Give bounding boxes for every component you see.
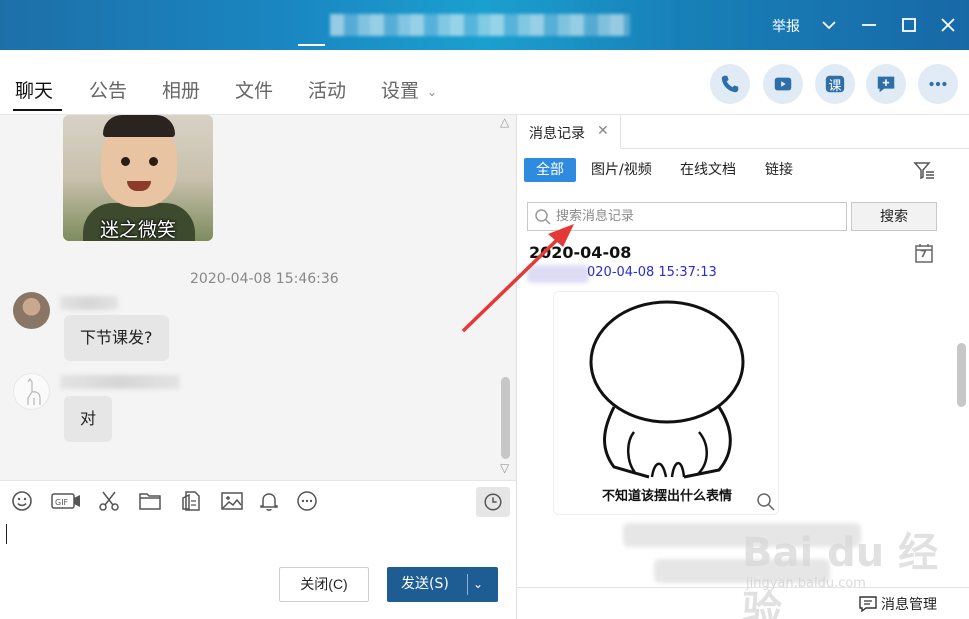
tab-files[interactable]: 文件 bbox=[235, 76, 273, 103]
chevron-up-icon[interactable]: △ bbox=[500, 115, 509, 129]
record-date: 2020-04-08 bbox=[529, 243, 632, 262]
close-icon[interactable] bbox=[937, 14, 959, 36]
blurred-sender-name bbox=[60, 296, 118, 310]
cartoon-figure-icon bbox=[589, 300, 775, 511]
sticker-hair bbox=[103, 115, 175, 137]
send-button[interactable]: 发送(S) ⌄ bbox=[387, 567, 498, 602]
message-timestamp: 2020-04-08 15:46:36 bbox=[190, 271, 339, 287]
video-camera-icon bbox=[774, 77, 792, 91]
filter-icon[interactable] bbox=[913, 160, 935, 182]
watermark-brand: Bai du 经验 bbox=[742, 530, 939, 619]
text-caret bbox=[6, 524, 7, 544]
tab-activity[interactable]: 活动 bbox=[308, 76, 346, 103]
close-icon[interactable]: ✕ bbox=[597, 123, 609, 139]
record-sticker-image[interactable]: 不知道该摆出什么表情 bbox=[553, 291, 779, 515]
tab-chat[interactable]: 聊天 bbox=[15, 76, 53, 103]
send-button-label: 发送(S) bbox=[401, 576, 449, 592]
message-bubble[interactable]: 下节课发? bbox=[64, 315, 169, 361]
blurred-group-title bbox=[330, 14, 630, 36]
alpaca-icon bbox=[27, 377, 41, 405]
tab-divider bbox=[621, 148, 969, 149]
record-time: 020-04-08 15:37:13 bbox=[587, 265, 717, 280]
calendar-icon[interactable]: 7 bbox=[913, 242, 935, 264]
report-button[interactable]: 举报 bbox=[772, 16, 800, 36]
search-input[interactable] bbox=[556, 206, 836, 227]
chat-history[interactable]: 迷之微笑 △ 2020-04-08 15:46:36 下节课发? 对 ▽ bbox=[0, 115, 517, 480]
search-icon bbox=[534, 208, 552, 226]
tab-settings-label: 设置 bbox=[381, 80, 420, 102]
sticker-caption: 迷之微笑 bbox=[99, 219, 176, 241]
title-underline bbox=[298, 44, 325, 46]
message-history-button[interactable] bbox=[476, 487, 510, 517]
image-icon[interactable] bbox=[220, 489, 244, 513]
chat-plus-icon bbox=[877, 76, 895, 93]
document-icon[interactable] bbox=[180, 489, 204, 513]
filter-all[interactable]: 全部 bbox=[524, 158, 576, 182]
minimize-icon[interactable] bbox=[858, 14, 880, 36]
more-button[interactable] bbox=[918, 64, 958, 104]
main-tabs: 聊天 公告 相册 文件 活动 设置 ⌄ 课 bbox=[0, 50, 969, 115]
voice-call-button[interactable] bbox=[710, 64, 750, 104]
scrollbar-thumb[interactable] bbox=[501, 377, 510, 459]
clock-icon bbox=[484, 493, 502, 511]
filter-links[interactable]: 链接 bbox=[765, 158, 793, 182]
close-button[interactable]: 关闭(C) bbox=[279, 567, 369, 602]
add-message-button[interactable] bbox=[866, 64, 906, 104]
class-button[interactable]: 课 bbox=[815, 64, 855, 104]
sticker-eye bbox=[149, 157, 158, 166]
input-toolbar: GIF bbox=[0, 480, 517, 520]
tab-settings[interactable]: 设置 ⌄ bbox=[381, 76, 437, 103]
message-compose-area[interactable]: 关闭(C) 发送(S) ⌄ bbox=[0, 520, 517, 619]
filter-images-videos[interactable]: 图片/视频 bbox=[591, 158, 652, 182]
filter-online-docs[interactable]: 在线文档 bbox=[680, 158, 736, 182]
watermark-url: jingyan.baidu.com bbox=[746, 576, 866, 591]
record-sticker-caption: 不知道该摆出什么表情 bbox=[601, 489, 732, 504]
chevron-down-icon: ⌄ bbox=[427, 84, 438, 99]
more-icon bbox=[929, 81, 947, 87]
tab-announcement[interactable]: 公告 bbox=[89, 76, 127, 103]
phone-icon bbox=[721, 75, 739, 93]
tab-message-records[interactable]: 消息记录 ✕ bbox=[517, 115, 621, 149]
message-bubble[interactable]: 对 bbox=[64, 396, 113, 442]
scrollbar-thumb[interactable] bbox=[957, 343, 966, 407]
gif-icon[interactable]: GIF bbox=[50, 489, 82, 513]
emoji-icon[interactable] bbox=[10, 489, 34, 513]
sticker-eye bbox=[121, 157, 130, 166]
more-icon[interactable] bbox=[295, 489, 319, 513]
tab-album[interactable]: 相册 bbox=[162, 76, 200, 103]
class-label: 课 bbox=[828, 78, 842, 94]
avatar[interactable] bbox=[13, 373, 50, 410]
search-box[interactable] bbox=[527, 202, 847, 231]
scissors-icon[interactable] bbox=[97, 489, 121, 513]
avatar[interactable] bbox=[13, 292, 50, 329]
active-tab-indicator bbox=[13, 109, 62, 111]
search-button[interactable]: 搜索 bbox=[851, 202, 937, 231]
chevron-down-icon[interactable]: ⌄ bbox=[473, 567, 483, 602]
send-divider bbox=[467, 574, 468, 595]
maximize-icon[interactable] bbox=[898, 14, 920, 36]
sticker-image[interactable]: 迷之微笑 bbox=[63, 115, 213, 241]
watermark: Bai du 经验 jingyan.baidu.com bbox=[742, 520, 952, 619]
chevron-down-icon[interactable]: ▽ bbox=[500, 461, 509, 475]
bell-icon[interactable] bbox=[257, 489, 281, 513]
chevron-down-icon[interactable] bbox=[818, 14, 840, 36]
tab-message-records-label: 消息记录 bbox=[529, 126, 585, 142]
calendar-day: 7 bbox=[920, 249, 927, 260]
svg-text:GIF: GIF bbox=[55, 498, 69, 507]
blurred-sender-name bbox=[60, 375, 180, 389]
title-bar: 举报 bbox=[0, 0, 969, 50]
blurred-sender-name bbox=[527, 265, 589, 283]
video-call-button[interactable] bbox=[763, 64, 803, 104]
folder-icon[interactable] bbox=[138, 489, 162, 513]
